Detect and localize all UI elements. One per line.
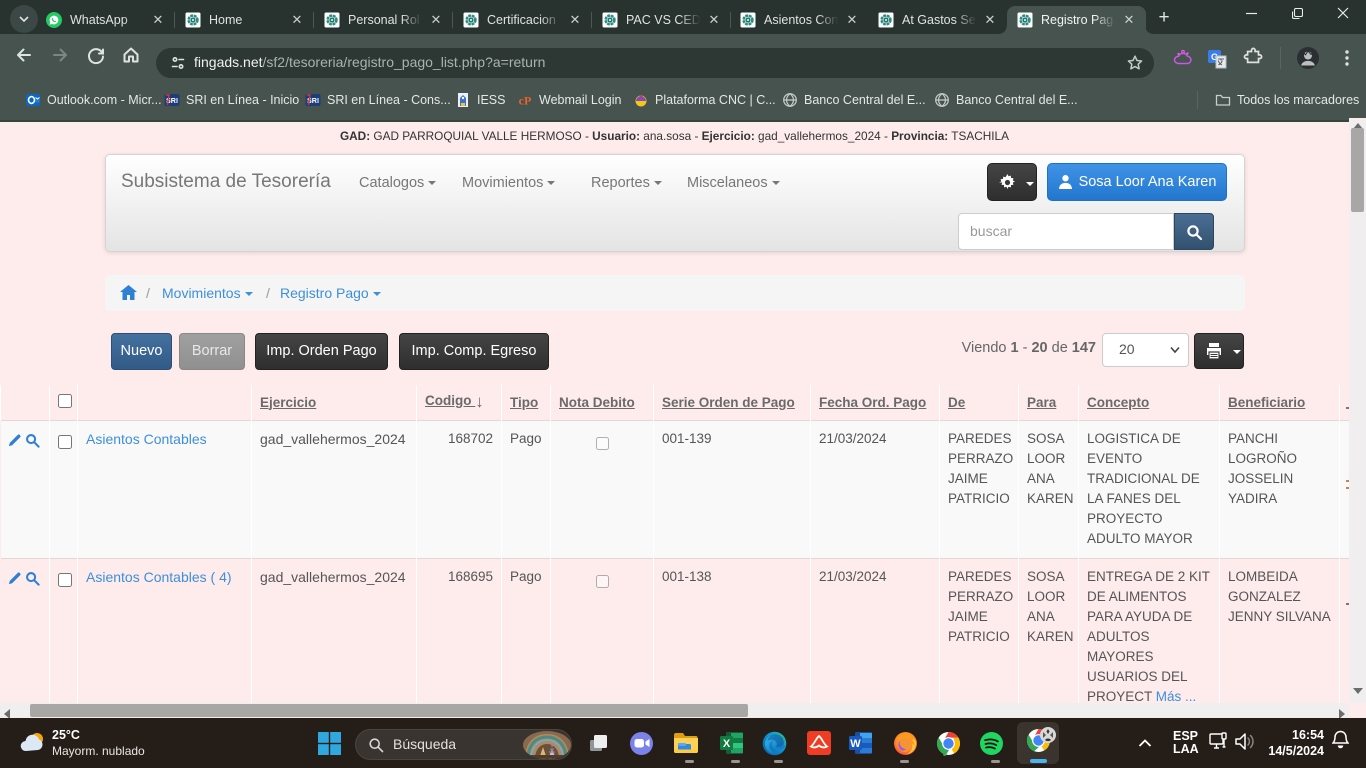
svg-text:X: X bbox=[723, 738, 731, 750]
svg-text:cP: cP bbox=[519, 94, 532, 108]
svg-text:W: W bbox=[850, 738, 861, 750]
